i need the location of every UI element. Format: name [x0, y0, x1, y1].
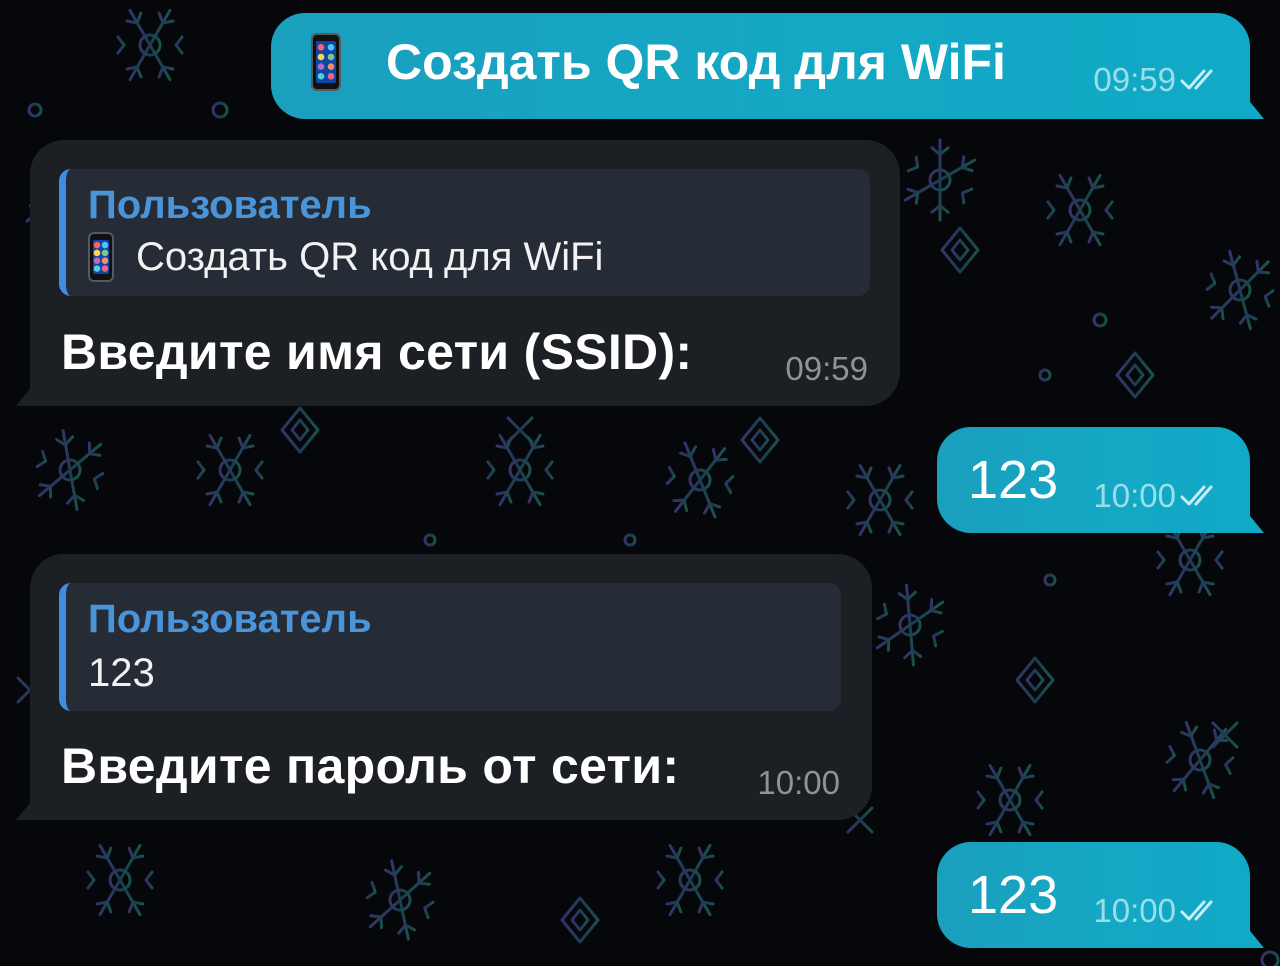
- message-time: 10:00: [1093, 477, 1176, 514]
- incoming-message[interactable]: Пользователь Создать QR код для WiFi Вве…: [30, 140, 900, 406]
- message-time: 09:59: [785, 350, 868, 387]
- message-text: Введите пароль от сети:: [61, 738, 680, 794]
- message-meta: 10:00: [757, 764, 840, 802]
- message-meta: 10:00: [1093, 892, 1226, 930]
- message-time: 10:00: [1093, 892, 1176, 929]
- message-text: 123: [968, 450, 1059, 510]
- reply-text: Создать QR код для WiFi: [88, 232, 603, 282]
- outgoing-message[interactable]: 123 10:00: [937, 842, 1250, 948]
- message-text: Создать QR код для WiFi: [386, 34, 1006, 90]
- reply-author: Пользователь: [88, 183, 372, 227]
- message-time: 09:59: [1093, 61, 1176, 98]
- reply-author: Пользователь: [88, 597, 372, 641]
- message-text: Введите имя сети (SSID):: [61, 324, 693, 380]
- mobile-phone-icon: [88, 232, 114, 282]
- outgoing-message[interactable]: Создать QR код для WiFi 09:59: [271, 13, 1250, 119]
- message-time: 10:00: [757, 764, 840, 801]
- reply-text-value: Создать QR код для WiFi: [136, 234, 604, 279]
- double-check-icon: [1180, 485, 1213, 506]
- reply-quote[interactable]: Пользователь 123: [59, 583, 841, 711]
- mobile-phone-icon: [311, 33, 341, 91]
- double-check-icon: [1180, 69, 1213, 90]
- reply-quote[interactable]: Пользователь Создать QR код для WiFi: [59, 169, 870, 296]
- reply-text: 123: [88, 651, 155, 696]
- message-meta: 09:59: [785, 350, 868, 388]
- message-meta: 09:59: [1093, 61, 1226, 99]
- outgoing-message[interactable]: 123 10:00: [937, 427, 1250, 533]
- double-check-icon: [1180, 900, 1213, 921]
- incoming-message[interactable]: Пользователь 123 Введите пароль от сети:…: [30, 554, 872, 820]
- message-text: 123: [968, 865, 1059, 925]
- reply-text-value: 123: [88, 651, 155, 695]
- message-meta: 10:00: [1093, 477, 1226, 515]
